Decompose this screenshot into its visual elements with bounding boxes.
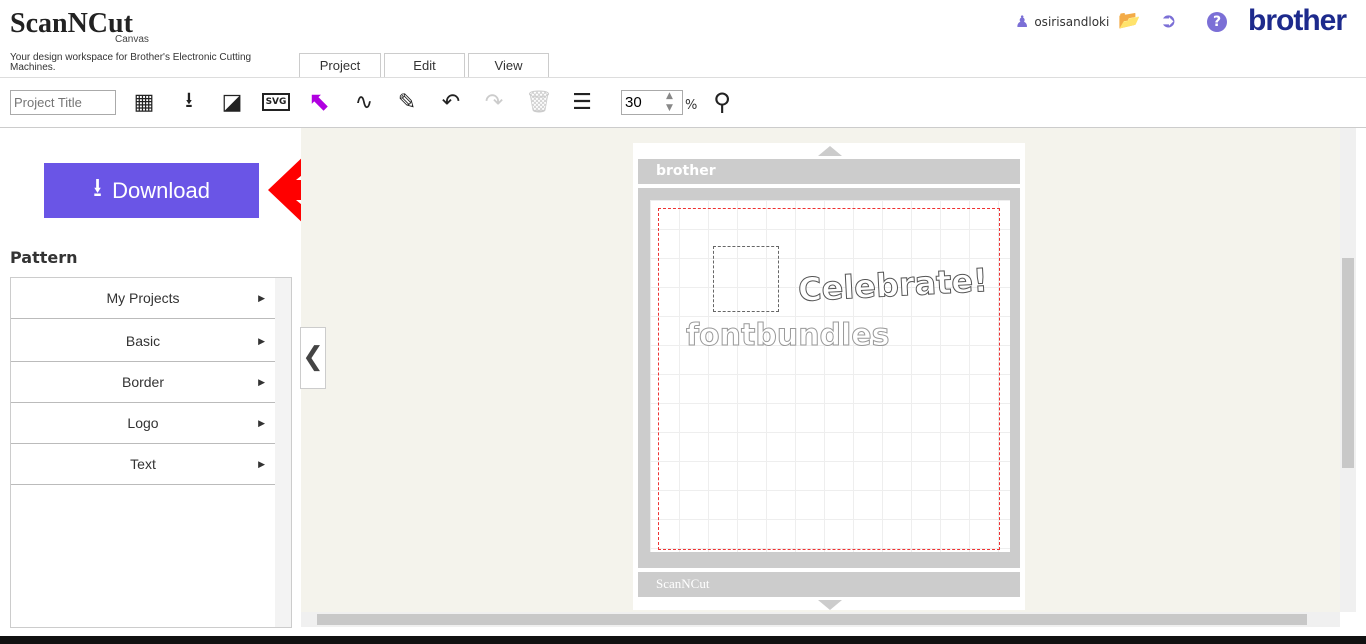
svg-import-icon[interactable]: SVG (261, 93, 291, 111)
redo-icon[interactable]: ↷ (480, 88, 508, 116)
pattern-item-my-projects[interactable]: My Projects ▶ (11, 278, 275, 319)
pattern-item-basic[interactable]: Basic ▶ (11, 321, 275, 362)
trash-icon[interactable]: 🗑 (525, 88, 553, 116)
pattern-heading: Pattern (10, 248, 78, 267)
scanncut-logo: ScanNCut Canvas (10, 8, 149, 45)
draw-pen-icon[interactable]: ✎ (393, 88, 421, 116)
download-icon: ⭳ (93, 171, 103, 202)
search-zoom-icon[interactable]: ⚲ (708, 88, 736, 116)
user-menu[interactable]: ♟ osirisandloki (1015, 12, 1109, 31)
pattern-list: My Projects ▶ Basic ▶ Border ▶ Logo ▶ Text ▶ (10, 277, 292, 628)
zoom-unit: % (685, 98, 698, 113)
brother-logo: brother (1248, 4, 1347, 37)
zoom-stepper[interactable]: ▲ ▼ (666, 90, 673, 114)
mat-frame: Celebrate! fontbundles (638, 188, 1020, 568)
project-title-input[interactable] (10, 90, 116, 115)
vertical-scrollbar[interactable] (1340, 128, 1356, 612)
scroll-up-arrow-icon[interactable] (818, 146, 842, 156)
list-icon[interactable]: ☰ (568, 88, 596, 116)
tab-project[interactable]: Project (299, 53, 381, 78)
horizontal-scrollbar[interactable] (301, 612, 1340, 627)
pattern-item-logo[interactable]: Logo ▶ (11, 403, 275, 444)
cut-area-border (658, 208, 1000, 550)
scalloped-square-design[interactable] (713, 246, 779, 312)
mat-top-brand: brother (638, 159, 1020, 184)
import-icon[interactable]: ◪ (218, 88, 246, 116)
zoom-input[interactable] (621, 90, 683, 115)
logout-icon[interactable]: ➲ (1160, 8, 1177, 32)
taskbar (0, 636, 1366, 644)
tagline: Your design workspace for Brother's Elec… (10, 52, 252, 73)
pattern-item-border[interactable]: Border ▶ (11, 362, 275, 403)
user-icon: ♟ (1015, 12, 1030, 31)
collapse-panel-button[interactable]: ❮ (300, 327, 326, 389)
tab-view[interactable]: View (468, 53, 549, 78)
cutting-mat: brother Celebrate! fontbundles ScanNCut (633, 143, 1025, 610)
username: osirisandloki (1034, 14, 1110, 29)
tab-edit[interactable]: Edit (384, 53, 465, 78)
help-icon[interactable]: ? (1207, 12, 1227, 32)
mat-bottom-brand: ScanNCut (638, 572, 1020, 597)
pattern-item-text[interactable]: Text ▶ (11, 444, 275, 485)
new-grid-icon[interactable]: ▦ (130, 88, 158, 116)
open-folder-icon[interactable]: 📂 (1118, 10, 1140, 31)
fontbundles-design[interactable]: fontbundles (686, 318, 891, 354)
select-arrow-icon[interactable]: ⬉ (305, 87, 333, 117)
scroll-down-arrow-icon[interactable] (818, 600, 842, 610)
download-label: Download (112, 177, 210, 203)
divider (0, 77, 1366, 78)
list-scrollbar[interactable] (275, 278, 291, 627)
download-button[interactable]: ⭳ Download (44, 163, 259, 218)
save-download-icon[interactable]: ⭳ (175, 88, 203, 116)
undo-icon[interactable]: ↶ (437, 88, 465, 116)
node-edit-icon[interactable]: ∿ (350, 88, 378, 116)
